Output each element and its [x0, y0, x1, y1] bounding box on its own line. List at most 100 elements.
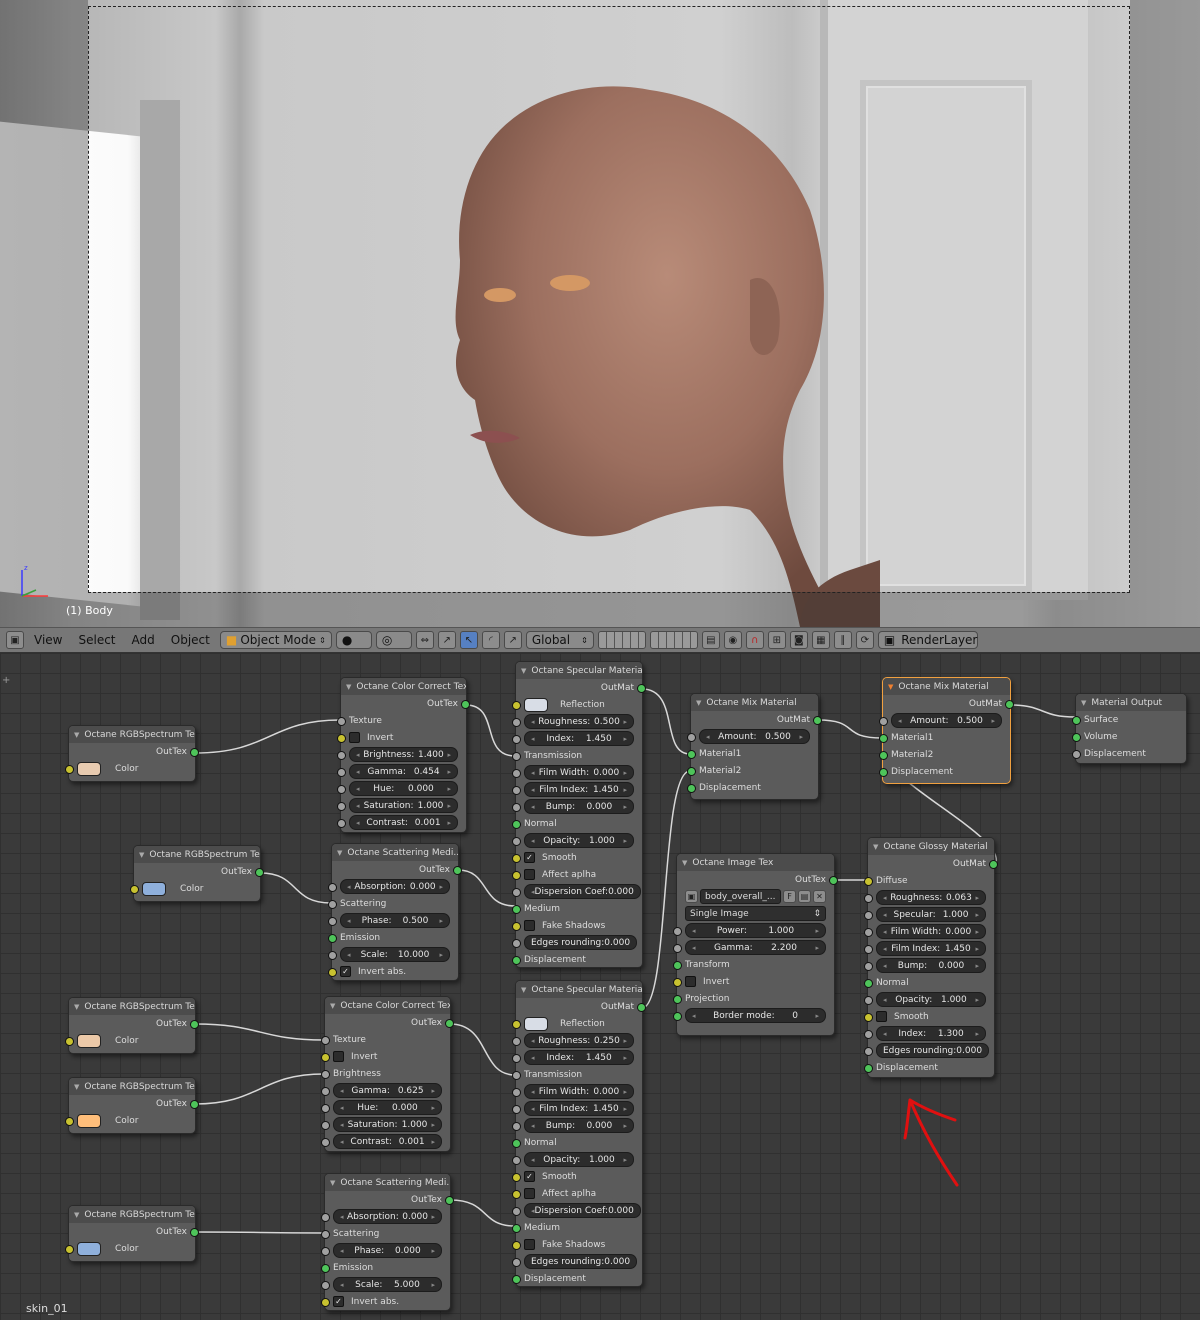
- affect-alpha-checkbox[interactable]: [524, 869, 535, 880]
- collapse-triangle-icon[interactable]: ▼: [346, 683, 351, 691]
- output-socket[interactable]: [461, 700, 470, 709]
- edges-rounding-field[interactable]: Edges rounding: 0.000: [524, 1254, 638, 1269]
- input-socket[interactable]: [512, 1037, 521, 1046]
- dispersion-field[interactable]: ◂ Dispersion Coef: 0.000: [524, 1203, 641, 1218]
- input-socket[interactable]: [879, 734, 888, 743]
- input-socket[interactable]: [321, 1104, 330, 1113]
- saturation-field[interactable]: ◂ Saturation: 1.000 ▸: [349, 798, 458, 813]
- node-scattering-medium-2[interactable]: ▼ Octane Scattering Medi... OutTex ◂ Absor…: [321, 1173, 454, 1311]
- collapse-triangle-icon[interactable]: ▼: [330, 1002, 335, 1010]
- input-socket[interactable]: [1072, 733, 1081, 742]
- fake-shadows-checkbox[interactable]: [524, 1239, 535, 1250]
- collapse-triangle-icon[interactable]: ▼: [888, 683, 893, 691]
- node-rgb-spectrum-5[interactable]: ▼ Octane RGBSpectrum Te OutTex Color: [65, 1205, 199, 1262]
- node-color-correct-2[interactable]: ▼ Octane Color Correct Tex OutTex Texture…: [321, 996, 454, 1152]
- input-socket[interactable]: [512, 1088, 521, 1097]
- opacity-field[interactable]: ◂ Opacity: 1.000 ▸: [524, 1152, 634, 1167]
- smooth-checkbox[interactable]: ✓: [524, 852, 535, 863]
- render-still-icon[interactable]: ◙: [789, 631, 808, 649]
- input-socket[interactable]: [864, 979, 873, 988]
- color-swatch[interactable]: [77, 1241, 101, 1256]
- translate-icon[interactable]: ↗: [437, 631, 456, 649]
- layer-lock-icon[interactable]: ▤: [701, 631, 720, 649]
- input-socket[interactable]: [512, 888, 521, 897]
- fake-user-button[interactable]: F: [783, 890, 796, 903]
- hue-field[interactable]: ◂ Hue: 0.000 ▸: [349, 781, 458, 796]
- input-socket[interactable]: [328, 951, 337, 960]
- input-socket[interactable]: [673, 978, 682, 987]
- node-color-correct-1[interactable]: ▼ Octane Color Correct Tex OutTex Texture…: [337, 677, 470, 833]
- collapse-triangle-icon[interactable]: ▼: [521, 986, 526, 994]
- node-editor[interactable]: + ▼ Octane RGBSpectrum Te OutTex Color ▼ O…: [0, 653, 1200, 1320]
- input-socket[interactable]: [321, 1138, 330, 1147]
- output-socket[interactable]: [190, 1020, 199, 1029]
- input-socket[interactable]: [321, 1121, 330, 1130]
- output-socket[interactable]: [989, 860, 998, 869]
- invert-abs-checkbox[interactable]: ✓: [340, 966, 351, 977]
- scale-field[interactable]: ◂ Scale: 5.000 ▸: [333, 1277, 442, 1292]
- input-socket[interactable]: [512, 1275, 521, 1284]
- gamma-field[interactable]: ◂ Gamma: 2.200 ▸: [685, 940, 826, 955]
- output-socket[interactable]: [255, 868, 264, 877]
- node-title[interactable]: ▼ Octane Color Correct Tex: [325, 997, 450, 1014]
- input-socket[interactable]: [673, 961, 682, 970]
- input-socket[interactable]: [1072, 750, 1081, 759]
- roughness-field[interactable]: ◂ Roughness: 0.250 ▸: [524, 1033, 634, 1048]
- output-socket[interactable]: [190, 1228, 199, 1237]
- index-field[interactable]: ◂ Index: 1.300 ▸: [876, 1026, 986, 1041]
- node-glossy-material[interactable]: ▼ Octane Glossy Material OutMat Diffuse ◂…: [864, 837, 998, 1078]
- smooth-checkbox[interactable]: ✓: [524, 1171, 535, 1182]
- absorption-field[interactable]: ◂ Absorption: 0.000 ▸: [340, 879, 450, 894]
- input-socket[interactable]: [512, 922, 521, 931]
- rotate-icon[interactable]: ↖: [459, 631, 478, 649]
- collapse-triangle-icon[interactable]: ▼: [682, 859, 687, 867]
- node-rgb-spectrum-4[interactable]: ▼ Octane RGBSpectrum Te OutTex Color: [65, 1077, 199, 1134]
- snap-target-icon[interactable]: ⊞: [767, 631, 786, 649]
- input-socket[interactable]: [512, 1105, 521, 1114]
- reflection-swatch[interactable]: [524, 1016, 548, 1031]
- menu-object[interactable]: Object: [165, 633, 216, 647]
- input-socket[interactable]: [321, 1247, 330, 1256]
- node-title[interactable]: ▼ Octane RGBSpectrum Te: [134, 846, 260, 863]
- node-title[interactable]: ▼ Octane Color Correct Tex: [341, 678, 466, 695]
- output-socket[interactable]: [445, 1196, 454, 1205]
- input-socket[interactable]: [337, 785, 346, 794]
- input-socket[interactable]: [328, 917, 337, 926]
- affect-alpha-checkbox[interactable]: [524, 1188, 535, 1199]
- output-socket[interactable]: [829, 876, 838, 885]
- node-title[interactable]: ▼ Octane Scattering Medi...: [325, 1174, 450, 1191]
- input-socket[interactable]: [512, 1241, 521, 1250]
- render-anim-icon[interactable]: ▦: [811, 631, 830, 649]
- input-socket[interactable]: [864, 962, 873, 971]
- input-socket[interactable]: [321, 1213, 330, 1222]
- input-socket[interactable]: [337, 802, 346, 811]
- invert-abs-checkbox[interactable]: ✓: [333, 1296, 344, 1307]
- input-socket[interactable]: [687, 767, 696, 776]
- film-index-field[interactable]: ◂ Film Index: 1.450 ▸: [524, 1101, 634, 1116]
- input-socket[interactable]: [864, 945, 873, 954]
- node-scattering-medium-1[interactable]: ▼ Octane Scattering Medi... OutTex ◂ Absor…: [328, 843, 462, 981]
- menu-view[interactable]: View: [28, 633, 68, 647]
- collapse-triangle-icon[interactable]: ▼: [330, 1179, 335, 1187]
- pivot-dropdown[interactable]: ◎: [375, 631, 412, 649]
- gamma-field[interactable]: ◂ Gamma: 0.454 ▸: [349, 764, 458, 779]
- film-width-field[interactable]: ◂ Film Width: 0.000 ▸: [524, 765, 634, 780]
- input-socket[interactable]: [864, 996, 873, 1005]
- input-socket[interactable]: [512, 905, 521, 914]
- input-socket[interactable]: [673, 995, 682, 1004]
- collapse-triangle-icon[interactable]: ▼: [696, 699, 701, 707]
- input-socket[interactable]: [328, 900, 337, 909]
- shading-dropdown[interactable]: ●: [335, 631, 372, 649]
- collapse-triangle-icon[interactable]: ▼: [521, 667, 526, 675]
- input-socket[interactable]: [673, 1012, 682, 1021]
- node-title[interactable]: ▼ Octane RGBSpectrum Te: [69, 1206, 195, 1223]
- input-socket[interactable]: [337, 751, 346, 760]
- input-socket[interactable]: [879, 717, 888, 726]
- contrast-field[interactable]: ◂ Contrast: 0.001 ▸: [333, 1134, 442, 1149]
- reflection-swatch[interactable]: [524, 697, 548, 712]
- input-socket[interactable]: [512, 837, 521, 846]
- film-index-field[interactable]: ◂ Film Index: 1.450 ▸: [524, 782, 634, 797]
- amount-field[interactable]: ◂ Amount: 0.500 ▸: [891, 713, 1002, 728]
- input-socket[interactable]: [512, 1071, 521, 1080]
- node-title[interactable]: ▼ Octane Specular Material: [516, 662, 642, 679]
